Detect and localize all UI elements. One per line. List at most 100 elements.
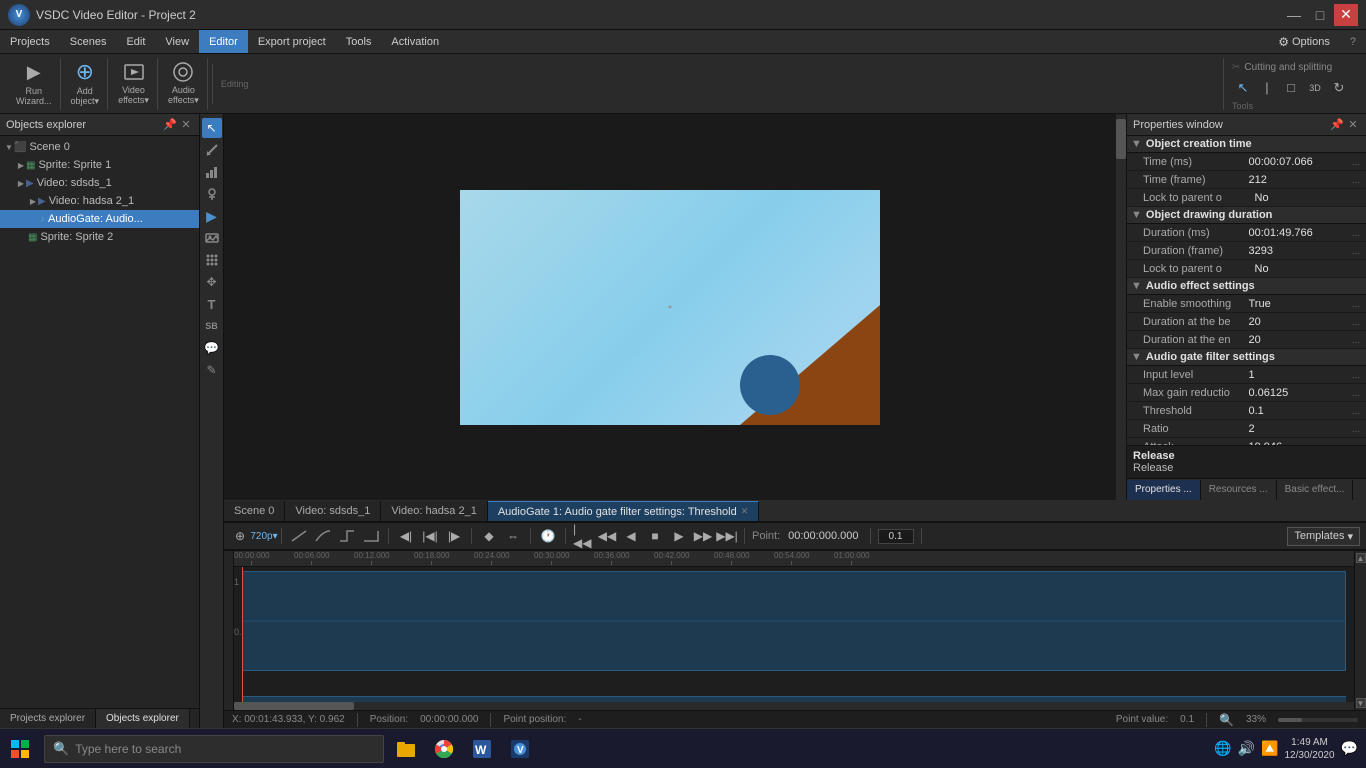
close-button[interactable]: ✕ [1334, 4, 1358, 26]
tree-sprite1[interactable]: ▶ ▦ Sprite: Sprite 1 [0, 156, 199, 174]
tool-select[interactable]: ↖ [202, 118, 222, 138]
prop-duration-begin[interactable]: Duration at the be 20 … [1127, 313, 1366, 331]
prop-edit-input-level[interactable]: … [1350, 369, 1362, 381]
tool-figure[interactable] [202, 184, 222, 204]
taskbar-chrome[interactable] [426, 731, 462, 767]
pb-next[interactable]: ▶▶ [693, 526, 713, 546]
menu-editor[interactable]: Editor [199, 30, 248, 53]
prop-ratio[interactable]: Ratio 2 … [1127, 420, 1366, 438]
zoom-slider[interactable] [1278, 718, 1358, 722]
minimize-button[interactable]: — [1282, 4, 1306, 26]
prop-edit-duration-end[interactable]: … [1350, 334, 1362, 346]
prop-edit-max-gain[interactable]: … [1350, 387, 1362, 399]
pb-curve-step[interactable] [337, 526, 357, 546]
tab-properties[interactable]: Properties ... [1127, 480, 1201, 500]
properties-scroll-area[interactable]: ▼ Object creation time Time (ms) 00:00:0… [1127, 136, 1366, 445]
tl-up-btn[interactable]: ▲ [1356, 553, 1366, 563]
audio-effects-button[interactable]: Audioeffects▾ [160, 58, 208, 110]
prop-edit-threshold[interactable]: … [1350, 405, 1362, 417]
volume-icon[interactable]: 🔊 [1238, 740, 1255, 757]
props-pin-button[interactable]: 📌 [1330, 118, 1344, 132]
start-button[interactable] [0, 729, 40, 768]
prop-attack[interactable]: Attack 19.946 … [1127, 438, 1366, 445]
tool-media[interactable]: ▶ [202, 206, 222, 226]
pb-align-left[interactable]: ◀| [396, 526, 416, 546]
pb-diamond[interactable]: ◆ [479, 526, 499, 546]
tool-text[interactable]: T [202, 294, 222, 314]
tool-chart[interactable] [202, 162, 222, 182]
tab-resources[interactable]: Resources ... [1201, 480, 1277, 500]
pb-prev[interactable]: ◀ [621, 526, 641, 546]
prop-edit-time-frame[interactable]: … [1350, 174, 1362, 186]
system-clock[interactable]: 1:49 AM 12/30/2020 [1285, 736, 1335, 762]
tab-basic-effect[interactable]: Basic effect... [1277, 480, 1354, 500]
menu-edit[interactable]: Edit [116, 30, 155, 53]
prop-enable-smoothing[interactable]: Enable smoothing True … [1127, 295, 1366, 313]
tool-draw[interactable] [202, 140, 222, 160]
canvas-vertical-scrollbar[interactable] [1116, 114, 1126, 500]
prop-time-ms[interactable]: Time (ms) 00:00:07.066 … [1127, 153, 1366, 171]
panel-close-button[interactable]: ✕ [179, 118, 193, 132]
pb-curve-linear[interactable] [289, 526, 309, 546]
pb-add-point[interactable]: ⊕ [230, 526, 250, 546]
prop-duration-ms[interactable]: Duration (ms) 00:01:49.766 … [1127, 224, 1366, 242]
tree-scene0[interactable]: ▼ ⬛ Scene 0 [0, 138, 199, 156]
prop-edit-ratio[interactable]: … [1350, 423, 1362, 435]
prop-edit-duration-begin[interactable]: … [1350, 316, 1362, 328]
tree-video-sdsds[interactable]: ▶ ▶ Video: sdsds_1 [0, 174, 199, 192]
pb-skip-end[interactable]: ▶▶| [717, 526, 737, 546]
menu-scenes[interactable]: Scenes [60, 30, 117, 53]
tool-pen[interactable]: ✎ [202, 360, 222, 380]
timeline-h-thumb[interactable] [234, 702, 354, 710]
notification-icon[interactable]: 💬 [1341, 740, 1358, 757]
add-object-button[interactable]: ⊕ Addobject▾ [63, 58, 109, 110]
taskbar-vsdc[interactable]: V [502, 731, 538, 767]
prop-edit-time-ms[interactable]: … [1350, 156, 1362, 168]
tool-refresh[interactable]: ↻ [1328, 77, 1350, 99]
pb-curve-smooth[interactable] [313, 526, 333, 546]
prop-duration-end[interactable]: Duration at the en 20 … [1127, 331, 1366, 349]
menu-options[interactable]: ⚙ Options [1268, 30, 1340, 53]
tab-audiogate[interactable]: AudioGate 1: Audio gate filter settings:… [488, 501, 759, 521]
prop-edit-duration-ms[interactable]: … [1350, 227, 1362, 239]
speed-input[interactable] [878, 529, 914, 544]
tool-move[interactable]: ✥ [202, 272, 222, 292]
tree-audiogate[interactable]: ♪ AudioGate: Audio... [0, 210, 199, 228]
pb-play[interactable]: ▶ [669, 526, 689, 546]
prop-lock-parent-2[interactable]: Lock to parent o No [1127, 260, 1366, 278]
network-icon[interactable]: 🌐 [1214, 740, 1231, 757]
prop-threshold[interactable]: Threshold 0.1 … [1127, 402, 1366, 420]
templates-button[interactable]: Templates ▾ [1287, 527, 1360, 546]
prop-input-level[interactable]: Input level 1 … [1127, 366, 1366, 384]
tab-scene0[interactable]: Scene 0 [224, 501, 285, 521]
taskbar-search-box[interactable]: 🔍 Type here to search [44, 735, 384, 763]
tool-subtitle[interactable]: SB [202, 316, 222, 336]
projects-explorer-tab[interactable]: Projects explorer [0, 709, 96, 728]
tool-arrow[interactable]: ↖ [1232, 77, 1254, 99]
menu-view[interactable]: View [155, 30, 199, 53]
timeline-h-scrollbar[interactable] [234, 702, 1354, 710]
canvas-scroll-thumb[interactable] [1116, 119, 1126, 159]
timeline-track-bar[interactable] [242, 571, 1346, 671]
pb-stop[interactable]: ■ [645, 526, 665, 546]
menu-help-icon[interactable]: ? [1340, 30, 1366, 53]
tool-dots[interactable] [202, 250, 222, 270]
prop-duration-frame[interactable]: Duration (frame) 3293 … [1127, 242, 1366, 260]
prop-max-gain[interactable]: Max gain reductio 0.06125 … [1127, 384, 1366, 402]
run-wizard-button[interactable]: ▶ RunWizard... [8, 58, 61, 110]
props-close-button[interactable]: ✕ [1346, 118, 1360, 132]
pb-align-center[interactable]: |◀| [420, 526, 440, 546]
taskbar-explorer[interactable] [388, 731, 424, 767]
pb-prev-frame[interactable]: ◀◀ [597, 526, 617, 546]
taskbar-word[interactable]: W [464, 731, 500, 767]
prop-edit-duration-frame[interactable]: … [1350, 245, 1362, 257]
prop-lock-parent-1[interactable]: Lock to parent o No [1127, 189, 1366, 207]
tool-speech[interactable]: 💬 [202, 338, 222, 358]
tool-360[interactable]: 3D [1304, 77, 1326, 99]
tool-image[interactable] [202, 228, 222, 248]
chevron-up-icon[interactable]: 🔼 [1261, 740, 1278, 757]
tree-video-hadsa[interactable]: ▶ ▶ Video: hadsa 2_1 [0, 192, 199, 210]
tree-sprite2[interactable]: ▦ Sprite: Sprite 2 [0, 228, 199, 246]
tab-audiogate-close[interactable]: ✕ [741, 506, 749, 517]
pb-skip-start[interactable]: |◀◀ [573, 526, 593, 546]
